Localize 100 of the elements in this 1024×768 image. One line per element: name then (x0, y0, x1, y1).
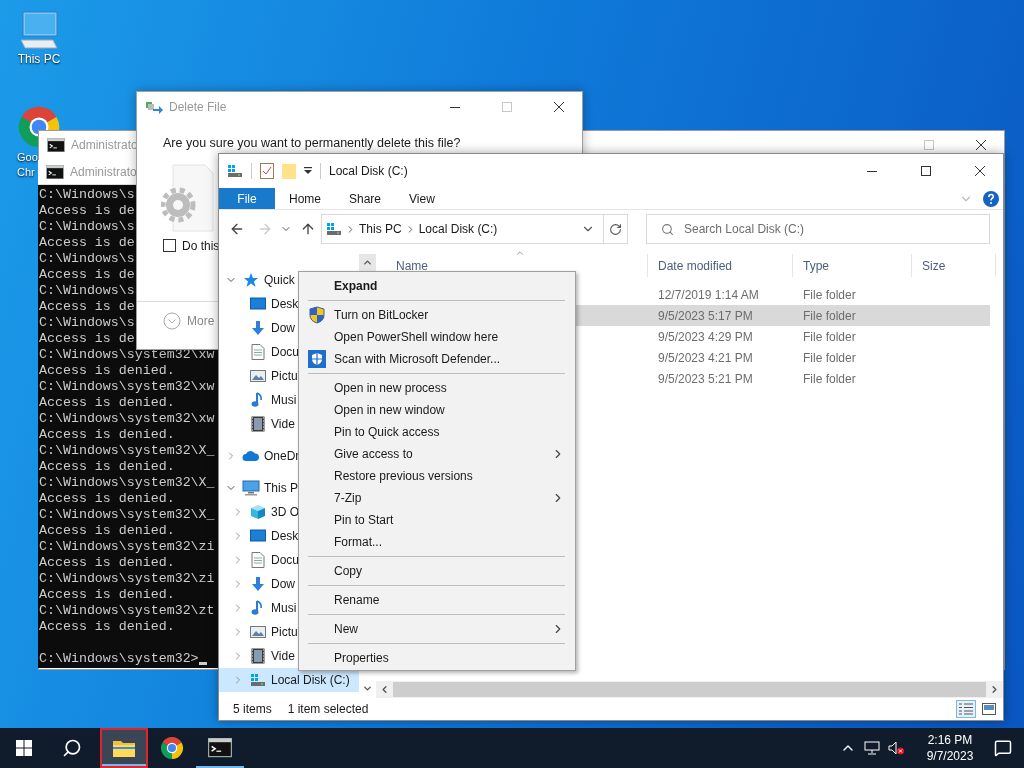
selection-count: 1 item selected (287, 701, 369, 718)
console-line: Access is de (39, 331, 135, 347)
console-line: Access is de (39, 267, 135, 283)
console-line: C:\Windows\system32\X_ (39, 475, 215, 491)
date-cell-text: 9/5/2023 4:21 PM (657, 349, 754, 367)
menu-item[interactable]: 7-Zip (299, 487, 575, 509)
breadcrumb[interactable]: Local Disk (C:) (418, 220, 498, 238)
console-line: Access is de (39, 235, 135, 251)
image-icon (982, 703, 996, 715)
music-note-icon (251, 392, 265, 408)
tree-item[interactable]: Local Disk (C:) (219, 668, 359, 692)
menu-item[interactable]: Open in new process (299, 377, 575, 399)
item-count: 5 items (233, 701, 272, 718)
defender-shield-icon (307, 350, 326, 368)
picture-icon (250, 625, 266, 639)
console-line: C:\Windows\s (39, 315, 135, 331)
scroll-up-button[interactable] (359, 254, 376, 271)
arrow-down-icon (250, 576, 266, 592)
minimize-icon (450, 106, 460, 108)
film-icon (251, 416, 265, 432)
menu-item[interactable]: Give access to (299, 443, 575, 465)
scroll-thumb[interactable] (393, 682, 986, 697)
console-line: C:\Windows\s (39, 219, 135, 235)
column-header[interactable]: Size (912, 254, 996, 277)
sort-indicator-icon (515, 248, 525, 258)
text-cursor (198, 662, 207, 665)
window-title: Administrato (70, 164, 137, 181)
console-line: C:\Windows\system32\xw (39, 411, 215, 427)
column-header[interactable]: Type (793, 254, 912, 277)
muted-speaker-icon[interactable] (888, 741, 904, 755)
tiles-view-button[interactable] (979, 700, 999, 718)
console-line: C:\Windows\system32\xw (39, 379, 215, 395)
clock-time[interactable]: 2:16 PM (927, 732, 973, 748)
details-view-button[interactable] (956, 700, 976, 718)
file-tab[interactable]: File (219, 188, 275, 209)
more-button[interactable]: More (163, 311, 215, 330)
ribbon-tab[interactable]: Home (275, 188, 335, 209)
dialog-message: Are you sure you want to permanently delete this file? (162, 135, 461, 152)
film-icon (251, 648, 265, 664)
console-line: C:\Windows\system32\zt (39, 603, 215, 619)
console-prompt: C:\Windows\system32> (39, 651, 199, 667)
menu-item[interactable]: Scan with Microsoft Defender... (299, 348, 575, 370)
terminal-icon (46, 164, 64, 180)
drive-icon (227, 164, 243, 178)
menu-item[interactable]: Pin to Quick access (299, 421, 575, 443)
search-icon (661, 222, 674, 236)
column-header[interactable]: Date modified (648, 254, 793, 277)
ribbon-tab[interactable]: View (395, 188, 449, 209)
menu-item[interactable]: Rename (299, 589, 575, 611)
horizontal-scrollbar[interactable] (376, 681, 1003, 698)
checklist-icon[interactable] (260, 163, 274, 179)
music-note-icon (251, 600, 265, 616)
computer-icon[interactable] (17, 10, 61, 52)
checkbox-label: Do this (182, 237, 220, 255)
scroll-right-icon[interactable] (989, 684, 1000, 695)
menu-item[interactable]: Open in new window (299, 399, 575, 421)
console-line: Access is denied. (39, 619, 175, 635)
document-icon (251, 552, 265, 568)
taskbar-app[interactable] (100, 728, 148, 768)
maximize-icon (924, 140, 934, 150)
list-icon (959, 703, 973, 715)
menu-item[interactable]: Open PowerShell window here (299, 326, 575, 348)
cloud-icon (242, 450, 260, 462)
notifications-icon[interactable] (994, 739, 1012, 757)
menu-item[interactable]: Properties (299, 647, 575, 669)
dropdown-icon[interactable] (304, 167, 312, 175)
network-icon[interactable] (864, 741, 880, 755)
console-line: Access is denied. (39, 363, 175, 379)
clock-date[interactable]: 9/7/2023 (926, 748, 974, 764)
menu-item[interactable]: Pin to Start (299, 509, 575, 531)
console-line: Access is denied. (39, 523, 175, 539)
screen-icon (250, 297, 266, 311)
chevron-circle-icon (163, 311, 181, 330)
menu-item[interactable]: Copy (299, 560, 575, 582)
back-icon[interactable] (229, 221, 245, 237)
ribbon-tab[interactable]: Share (335, 188, 396, 209)
dialog-title: Delete File (169, 99, 227, 116)
picture-icon (250, 369, 266, 383)
menu-item[interactable]: Format... (299, 531, 575, 553)
checkbox[interactable] (163, 239, 176, 253)
terminal-icon (47, 137, 65, 153)
up-icon[interactable] (300, 221, 316, 237)
help-icon[interactable] (983, 190, 999, 207)
computer-icon (242, 480, 260, 496)
type-cell-text: File folder (802, 307, 857, 325)
console-line: C:\Windows\system32\zi (39, 571, 215, 587)
folder-icon (112, 738, 136, 758)
type-cell-text: File folder (802, 370, 857, 388)
breadcrumb[interactable]: This PC (359, 220, 402, 238)
search-field[interactable]: Search Local Disk (C:) (646, 214, 990, 244)
menu-item[interactable]: Expand (299, 275, 575, 297)
minimize-icon (867, 170, 877, 172)
menu-item[interactable]: New (299, 618, 575, 640)
chevron-down-icon (362, 683, 373, 694)
console-line: Access is denied. (39, 491, 175, 507)
close-icon (975, 166, 985, 176)
menu-item[interactable]: Restore previous versions (299, 465, 575, 487)
refresh-icon[interactable] (609, 222, 622, 236)
console-line: Access is denied. (39, 459, 175, 475)
address-bar[interactable]: This PC Local Disk (C:) (321, 214, 628, 244)
